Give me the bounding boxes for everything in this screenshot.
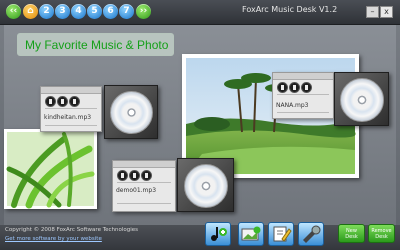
pause-button[interactable] — [129, 170, 140, 181]
track-filename: kindheitan.mp3 — [44, 114, 92, 121]
app-window: ‹‹ ⌂ 2 3 4 5 6 7 ›› FoxArc Music Desk V1… — [0, 0, 400, 250]
pause-button[interactable] — [57, 96, 68, 107]
page-button-2[interactable]: 2 — [39, 4, 54, 19]
player-header — [41, 87, 101, 94]
desk-heading: My Favorite Music & Photo — [17, 33, 174, 56]
track-line — [117, 203, 171, 204]
pause-button[interactable] — [289, 82, 300, 93]
photo-grass[interactable] — [4, 129, 97, 209]
remove-desk-button[interactable]: Remove Desk — [368, 224, 395, 243]
page-button-7[interactable]: 7 — [119, 4, 134, 19]
track-filename: NANA.mp3 — [276, 102, 309, 109]
new-desk-button[interactable]: New Desk — [338, 224, 365, 243]
track-line — [117, 182, 171, 183]
forward-button[interactable]: ›› — [136, 4, 151, 19]
track-line — [45, 125, 97, 126]
back-button[interactable]: ‹‹ — [6, 4, 21, 19]
page-button-6[interactable]: 6 — [103, 4, 118, 19]
cd-case-3[interactable] — [177, 158, 234, 212]
grass-image — [6, 132, 95, 209]
cd-disc-icon — [340, 78, 384, 122]
add-music-icon — [211, 227, 227, 241]
play-button[interactable] — [117, 170, 128, 181]
home-icon: ⌂ — [27, 6, 34, 16]
player-header — [113, 161, 175, 168]
track-line — [277, 112, 329, 113]
stop-button[interactable] — [141, 170, 152, 181]
more-software-link[interactable]: Get more software by your website — [5, 236, 102, 242]
minimize-button[interactable]: – — [366, 6, 379, 18]
cd-case-2[interactable] — [334, 72, 389, 126]
play-button[interactable] — [277, 82, 288, 93]
copyright-text: Copyright © 2008 FoxArc Software Technol… — [5, 227, 139, 233]
edit-note-icon — [273, 226, 292, 242]
page-button-4[interactable]: 4 — [71, 4, 86, 19]
add-music-button[interactable] — [205, 222, 231, 246]
music-player-3[interactable]: demo01.mp3 — [112, 160, 176, 212]
close-button[interactable]: x — [380, 6, 393, 18]
page-button-3[interactable]: 3 — [55, 4, 70, 19]
track-filename: demo01.mp3 — [116, 187, 157, 194]
page-button-5[interactable]: 5 — [87, 4, 102, 19]
music-player-1[interactable]: kindheitan.mp3 — [40, 86, 102, 132]
edit-note-button[interactable] — [268, 222, 294, 246]
add-photo-icon — [241, 226, 261, 241]
stop-button[interactable] — [69, 96, 80, 107]
add-photo-button[interactable] — [238, 222, 264, 246]
track-line — [277, 94, 329, 95]
play-button[interactable] — [45, 96, 56, 107]
music-player-2[interactable]: NANA.mp3 — [272, 72, 334, 119]
cd-disc-icon — [110, 91, 153, 134]
settings-button[interactable] — [298, 222, 324, 246]
app-title: FoxArc Music Desk V1.2 — [242, 5, 338, 14]
settings-icon — [303, 225, 321, 243]
cd-case-1[interactable] — [104, 85, 158, 139]
track-line — [45, 108, 97, 109]
cd-disc-icon — [184, 164, 228, 208]
player-header — [273, 73, 333, 80]
stop-button[interactable] — [301, 82, 312, 93]
home-button[interactable]: ⌂ — [23, 4, 38, 19]
